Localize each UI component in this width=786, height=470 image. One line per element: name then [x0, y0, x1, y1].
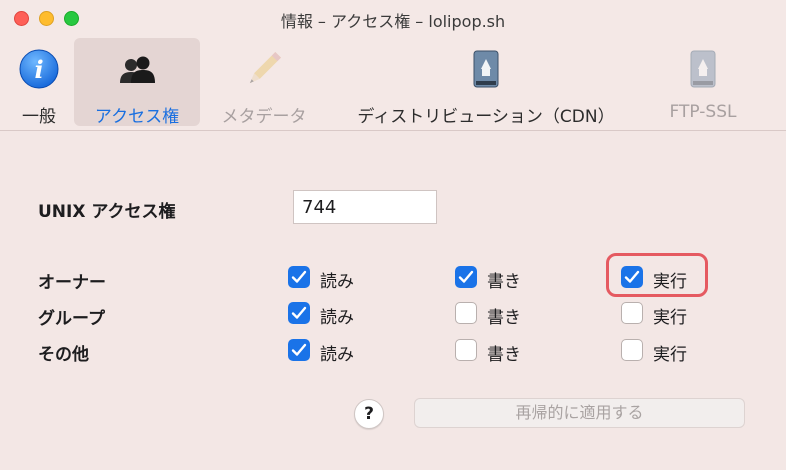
svg-text:i: i [34, 55, 43, 84]
tab-metadata[interactable]: メタデータ [210, 38, 318, 127]
group-read-checkbox[interactable] [288, 302, 310, 324]
tab-permissions-label: アクセス権 [94, 107, 180, 127]
tab-general-label: 一般 [22, 107, 56, 127]
window-title: 情報 – アクセス権 – lolipop.sh [280, 12, 506, 31]
permissions-panel: UNIX アクセス権 オーナー 読み 書き 実行 グループ 読み 書き 実行 そ… [0, 131, 786, 470]
others-write-checkbox[interactable] [455, 339, 477, 361]
owner-read-label: 読み [320, 272, 354, 292]
info-window: 情報 – アクセス権 – lolipop.sh i 一般 アクセス権 メタデータ… [0, 0, 786, 470]
row-label-others: その他 [38, 345, 89, 365]
row-label-group: グループ [38, 309, 105, 329]
toolbar: i 一般 アクセス権 メタデータ ディストリビューション（CDN） FTP-SS… [0, 38, 786, 130]
others-exec-label: 実行 [653, 345, 687, 365]
tab-ftp-ssl-label: FTP-SSL [669, 102, 737, 122]
row-label-owner: オーナー [38, 273, 106, 293]
group-read-label: 読み [320, 308, 354, 328]
tab-permissions[interactable]: アクセス権 [74, 38, 200, 127]
drive-icon [464, 47, 508, 91]
help-button[interactable]: ? [354, 399, 384, 429]
others-read-checkbox[interactable] [288, 339, 310, 361]
title-bar: 情報 – アクセス権 – lolipop.sh [0, 0, 786, 38]
others-write-label: 書き [487, 345, 521, 365]
tab-metadata-label: メタデータ [221, 107, 307, 127]
unix-permissions-field[interactable] [293, 190, 437, 224]
tab-general[interactable]: i 一般 [4, 38, 74, 127]
pencil-icon [242, 47, 286, 91]
users-icon [115, 47, 159, 91]
group-exec-label: 実行 [653, 308, 687, 328]
tab-ftp-ssl[interactable]: FTP-SSL [652, 38, 754, 126]
apply-recursively-button[interactable]: 再帰的に適用する [414, 398, 745, 428]
tab-distribution-label: ディストリビューション（CDN） [357, 107, 615, 127]
owner-write-checkbox[interactable] [455, 266, 477, 288]
info-icon: i [17, 47, 61, 91]
others-read-label: 読み [320, 345, 354, 365]
group-write-checkbox[interactable] [455, 302, 477, 324]
others-exec-checkbox[interactable] [621, 339, 643, 361]
tab-distribution[interactable]: ディストリビューション（CDN） [336, 38, 636, 127]
drive-icon [681, 47, 725, 91]
owner-read-checkbox[interactable] [288, 266, 310, 288]
owner-write-label: 書き [487, 272, 521, 292]
group-write-label: 書き [487, 308, 521, 328]
unix-permissions-label: UNIX アクセス権 [38, 202, 176, 222]
owner-exec-highlight [606, 253, 708, 297]
group-exec-checkbox[interactable] [621, 302, 643, 324]
